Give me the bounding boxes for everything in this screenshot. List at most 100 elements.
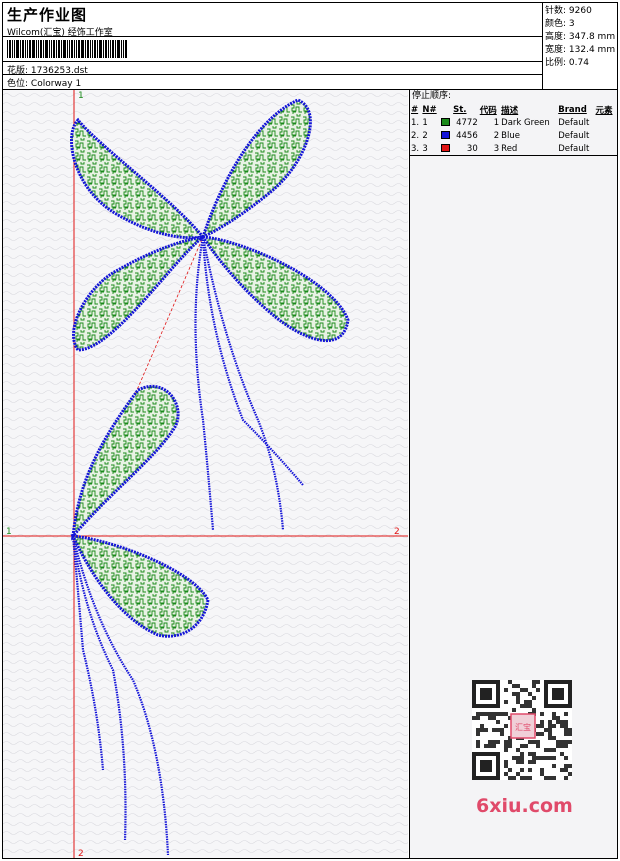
qr-module xyxy=(500,728,504,732)
thread-code: 3 xyxy=(493,143,500,154)
qr-module xyxy=(560,724,564,728)
embroidery-canvas: 1 1 2 2 xyxy=(3,90,408,858)
qr-module xyxy=(524,700,528,704)
qr-module xyxy=(484,744,488,748)
qr-module xyxy=(472,716,476,720)
qr-module xyxy=(540,768,544,772)
needle-number: 3 xyxy=(422,143,428,154)
qr-module xyxy=(512,692,516,696)
barcode-bar xyxy=(103,40,104,58)
color-swatch-cell xyxy=(440,116,452,129)
stitch-count: 30 xyxy=(466,143,478,154)
colorway-value: Colorway 1 xyxy=(30,79,82,89)
qr-module xyxy=(480,728,484,732)
qr-module xyxy=(524,776,528,780)
barcode-bar xyxy=(61,40,62,58)
colorway: 色位: Colorway 1 xyxy=(7,76,81,89)
stop-sequence-title: 停止顺序: xyxy=(412,91,452,101)
qr-module xyxy=(488,744,492,748)
qr-finder xyxy=(552,688,564,700)
barcode-bar xyxy=(45,40,48,58)
barcode-bar xyxy=(71,40,73,58)
qr-module xyxy=(520,756,524,760)
qr-module xyxy=(496,712,500,716)
qr-module xyxy=(548,748,552,752)
qr-module xyxy=(528,692,532,696)
qr-module xyxy=(540,712,544,716)
qr-module xyxy=(564,728,568,732)
color-swatch-cell xyxy=(440,142,452,155)
qr-module xyxy=(532,752,536,756)
qr-module xyxy=(504,764,508,768)
qr-module xyxy=(540,772,544,776)
qr-module xyxy=(544,748,548,752)
qr-module xyxy=(568,732,572,736)
qr-module xyxy=(520,768,524,772)
stat-colors: 颜色: 3 xyxy=(545,18,618,31)
barcode-bar xyxy=(49,40,50,58)
axis-label-top: 1 xyxy=(78,91,84,101)
qr-finder xyxy=(480,760,492,772)
qr-module xyxy=(512,776,516,780)
qr-module xyxy=(540,756,544,760)
qr-module xyxy=(488,716,492,720)
table-row: 2. 2 4456 2 Blue Default xyxy=(410,129,616,142)
qr-module xyxy=(548,728,552,732)
qr-module xyxy=(476,732,480,736)
stat-value: 347.8 mm xyxy=(568,32,616,42)
qr-module xyxy=(556,720,560,724)
stat-value: 3 xyxy=(568,19,575,29)
thread-brand: Default xyxy=(558,143,590,154)
qr-module xyxy=(532,740,536,744)
stat-label: 针数: xyxy=(545,6,567,16)
qr-module xyxy=(548,756,552,760)
thread-description: Blue xyxy=(501,130,520,141)
barcode-bar xyxy=(7,40,8,58)
qr-module xyxy=(556,716,560,720)
qr-module xyxy=(560,740,564,744)
barcode-bar xyxy=(123,40,124,58)
thread-code: 2 xyxy=(493,130,500,141)
qr-module xyxy=(492,744,496,748)
table-row: 1. 1 4772 1 Dark Green Default xyxy=(410,116,616,129)
qr-module xyxy=(548,720,552,724)
axis-label-left: 1 xyxy=(6,527,12,537)
qr-module xyxy=(528,700,532,704)
qr-module xyxy=(528,776,532,780)
qr-module xyxy=(492,740,496,744)
qr-module xyxy=(548,732,552,736)
qr-module xyxy=(568,772,572,776)
seal-icon: 汇宝 xyxy=(510,713,536,739)
barcode-bar xyxy=(36,40,37,58)
col-header xyxy=(440,103,452,116)
stop-index: 1. xyxy=(411,117,420,128)
qr-module xyxy=(564,764,568,768)
barcode-bar xyxy=(74,40,75,58)
qr-module xyxy=(516,696,520,700)
stat-label: 比例: xyxy=(545,58,567,68)
barcode-bar xyxy=(99,40,102,58)
qr-module xyxy=(560,720,564,724)
barcode-bar xyxy=(27,40,28,58)
qr-module xyxy=(508,768,512,772)
qr-module xyxy=(516,692,520,696)
qr-module xyxy=(532,760,536,764)
qr-module xyxy=(532,680,536,684)
qr-module xyxy=(552,776,556,780)
qr-module xyxy=(540,732,544,736)
divider xyxy=(3,36,542,37)
qr-module xyxy=(552,716,556,720)
qr-module xyxy=(568,740,572,744)
qr-module xyxy=(536,688,540,692)
qr-module xyxy=(564,732,568,736)
qr-module xyxy=(552,756,556,760)
qr-module xyxy=(516,684,520,688)
barcode-bar xyxy=(112,40,114,58)
qr-module xyxy=(552,712,556,716)
barcode-bar xyxy=(14,40,15,58)
qr-module xyxy=(528,752,532,756)
qr-module xyxy=(556,744,560,748)
qr-module xyxy=(528,704,532,708)
design-preview: 1 1 2 2 xyxy=(3,90,408,858)
qr-module xyxy=(516,756,520,760)
